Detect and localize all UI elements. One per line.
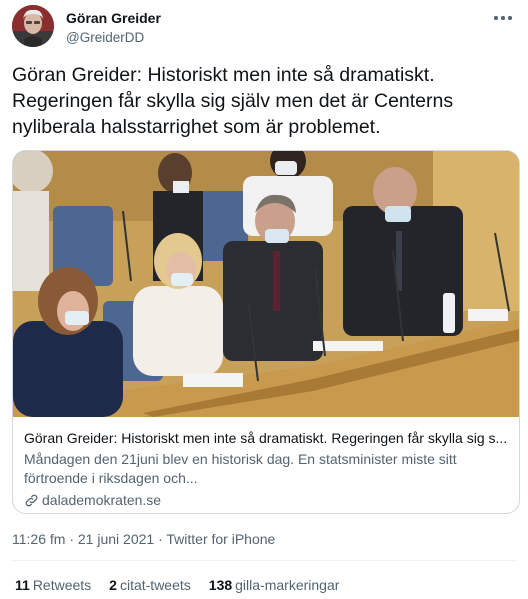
tweet-time[interactable]: 11:26 fm · 21 juni 2021 [12,531,154,547]
card-domain-row: dalademokraten.se [24,491,510,510]
card-title[interactable]: Göran Greider: Historiskt men inte så dr… [24,429,510,448]
tweet-source[interactable]: Twitter for iPhone [166,531,275,547]
card-image[interactable] [13,151,519,417]
quotes-stat[interactable]: 2 citat-tweets [109,576,191,594]
parliament-photo-icon [13,151,519,417]
separator: · [154,531,167,547]
link-card[interactable]: Göran Greider: Historiskt men inte så dr… [12,150,520,514]
tweet-timestamp: 11:26 fm · 21 juni 2021 · Twitter for iP… [12,530,275,548]
handle[interactable]: @GreiderDD [66,29,161,47]
card-domain: dalademokraten.se [42,492,162,508]
display-name[interactable]: Göran Greider [66,9,161,27]
card-description: Måndagen den 21juni blev en historisk da… [24,451,457,486]
retweets-stat[interactable]: 11 Retweets [15,576,91,594]
tweet-header: Göran Greider @GreiderDD [12,5,516,51]
author-names: Göran Greider @GreiderDD [66,9,161,47]
avatar[interactable] [12,5,54,47]
avatar-photo-icon [12,5,54,47]
more-options-icon[interactable] [492,11,514,25]
likes-stat[interactable]: 138 gilla-markeringar [209,576,340,594]
link-icon [25,494,38,507]
tweet-text: Göran Greider: Historiskt men inte så dr… [12,64,454,138]
card-text: Göran Greider: Historiskt men inte så dr… [24,429,510,510]
divider [12,560,516,561]
engagement-stats: 11 Retweets 2 citat-tweets 138 gilla-marker… [15,576,357,594]
